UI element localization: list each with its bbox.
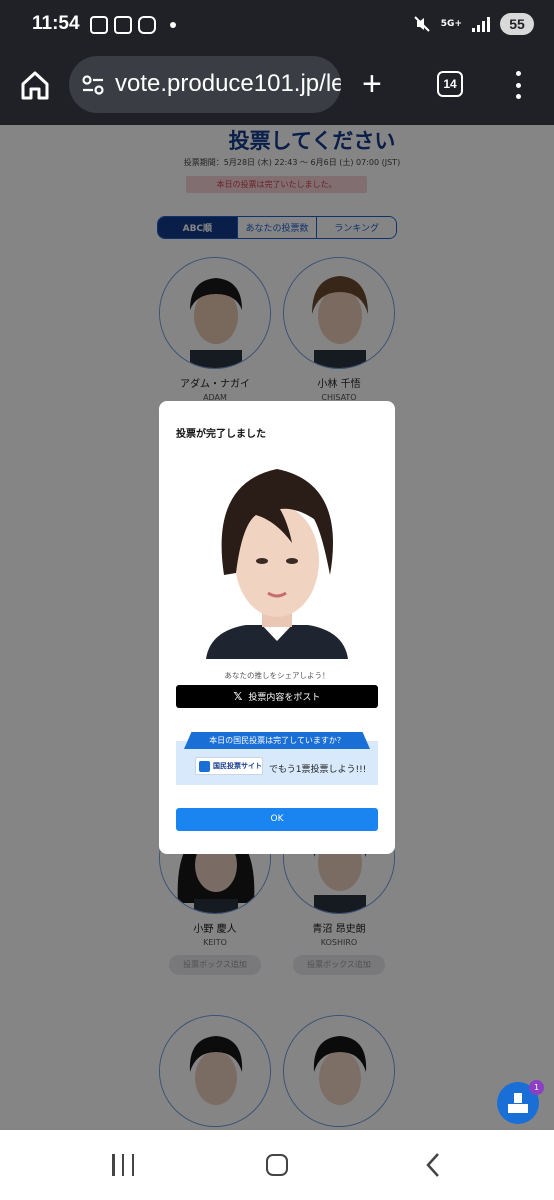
new-tab-button[interactable]: + bbox=[362, 67, 382, 101]
status-bar: 11:54 5G+ 55 bbox=[0, 0, 554, 50]
national-vote-banner: 本日の国民投票は完了していますか？ bbox=[184, 732, 370, 749]
modal-title: 投票が完了しました bbox=[176, 429, 266, 440]
system-icons: 5G+ 55 bbox=[413, 13, 534, 35]
clock: 11:54 bbox=[32, 13, 80, 34]
address-bar[interactable]: vote.produce101.jp/le bbox=[69, 56, 341, 113]
instagram-icon bbox=[138, 16, 156, 34]
signal-icon bbox=[472, 16, 490, 32]
url-text[interactable]: vote.produce101.jp/le bbox=[115, 70, 341, 98]
notification-icons bbox=[90, 16, 176, 34]
more-notifications-icon bbox=[170, 22, 176, 28]
network-type: 5G+ bbox=[440, 18, 462, 29]
system-nav-bar bbox=[0, 1130, 554, 1200]
share-prompt: あなたの推しをシェアしよう！ bbox=[224, 671, 330, 680]
vote-complete-modal: 投票が完了しました あなたの推しをシェアしよう！ 𝕏 投票内容をポスト 本日の国… bbox=[159, 401, 395, 854]
ok-button[interactable]: OK bbox=[176, 808, 378, 831]
vote-box-count-badge: 1 bbox=[529, 1080, 544, 1095]
post-to-x-button[interactable]: 𝕏 投票内容をポスト bbox=[176, 685, 378, 708]
recent-apps-icon[interactable] bbox=[112, 1154, 134, 1176]
national-vote-site-link[interactable]: 国民投票サイト bbox=[195, 757, 263, 775]
back-icon[interactable] bbox=[423, 1152, 443, 1178]
one-more-vote-text: でもう1票投票しよう!!! bbox=[269, 765, 367, 775]
site-settings-icon[interactable] bbox=[81, 74, 105, 96]
site-badge-label: 国民投票サイト bbox=[213, 762, 262, 770]
browser-toolbar: vote.produce101.jp/le + 14 bbox=[0, 50, 554, 125]
screenshot-icon bbox=[90, 16, 108, 34]
calendar-icon bbox=[114, 16, 132, 34]
tab-switcher-button[interactable]: 14 bbox=[437, 71, 463, 97]
post-button-label: 投票内容をポスト bbox=[248, 693, 321, 703]
battery-indicator: 55 bbox=[500, 13, 534, 35]
ballot-box-icon bbox=[199, 760, 210, 772]
more-menu-icon[interactable] bbox=[514, 71, 522, 99]
nav-home-icon[interactable] bbox=[266, 1154, 288, 1176]
trainee-portrait bbox=[196, 463, 358, 659]
home-icon[interactable] bbox=[18, 68, 52, 102]
x-logo-icon: 𝕏 bbox=[233, 690, 243, 703]
mute-icon bbox=[414, 16, 430, 32]
